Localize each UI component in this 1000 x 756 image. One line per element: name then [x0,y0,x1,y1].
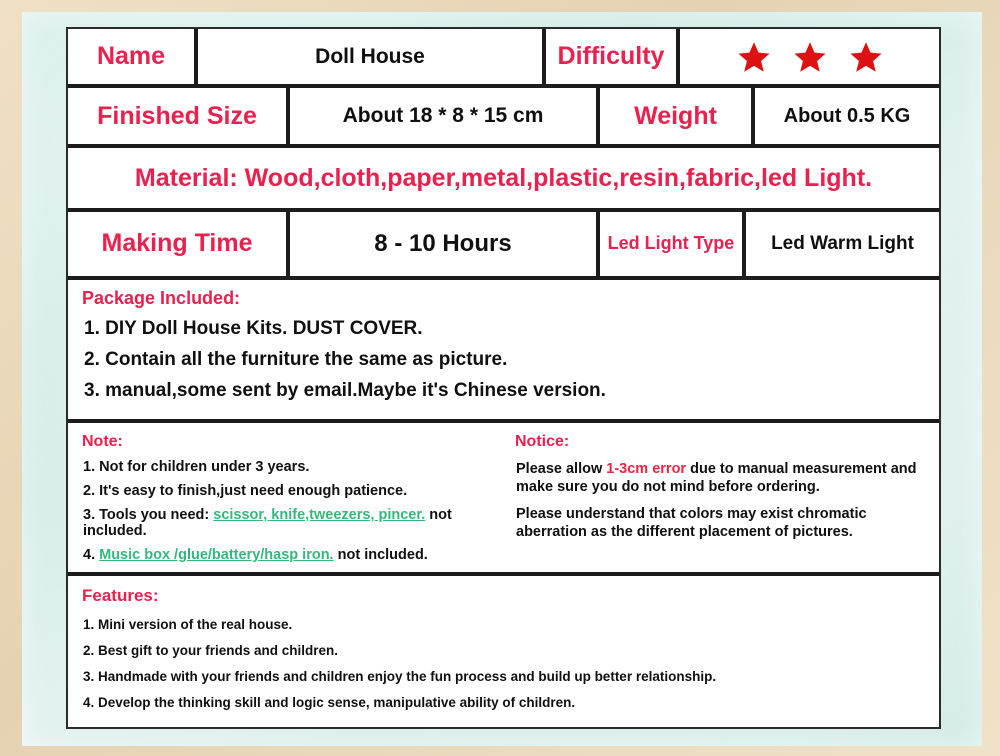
note-column: Note: 1. Not for children under 3 years.… [68,423,505,572]
star-icon [849,41,882,72]
table-row-making-time: Making Time 8 - 10 Hours Led Light Type … [68,211,939,280]
cell-difficulty-label: Difficulty [546,29,680,85]
note-item4-prefix: 4. [83,547,100,563]
star-icon [793,41,826,72]
note-item: 4. Music box /glue/battery/hasp iron. no… [83,547,495,563]
cell-name-value: Doll House [198,29,546,85]
note-item4-suffix: not included. [333,547,428,563]
cell-weight-label: Weight [600,88,755,145]
note-item: 2. It's easy to finish,just need enough … [83,483,408,499]
product-info-page: Name Doll House Difficulty Finished Size… [0,0,1000,756]
cell-name-label: Name [68,29,198,85]
note-item: 1. Not for children under 3 years. [83,459,310,475]
cell-finished-size-value: About 18 * 8 * 15 cm [290,88,600,145]
package-item: 1. DIY Doll House Kits. DUST COVER. [84,317,423,339]
note-item: 3. Tools you need: scissor, knife,tweeze… [83,507,495,539]
table-row-material: Material: Wood,cloth,paper,metal,plastic… [68,148,939,212]
package-included-title: Package Included: [82,287,241,308]
notice-error-highlight: 1-3cm error [606,461,687,477]
features-section: Features: 1. Mini version of the real ho… [68,576,939,727]
cell-led-type-value: Led Warm Light [746,211,939,276]
cell-finished-size-label: Finished Size [68,88,290,145]
table-row-size-weight: Finished Size About 18 * 8 * 15 cm Weigh… [68,88,939,149]
package-item: 2. Contain all the furniture the same as… [84,348,508,370]
notice-line: Please allow 1-3cm error due to manual m… [516,460,925,496]
feature-item: 1. Mini version of the real house. [83,617,293,632]
cell-difficulty-stars [680,29,939,85]
note-title: Note: [82,433,123,450]
star-icon [737,41,770,72]
notice-column: Notice: Please allow 1-3cm error due to … [505,423,939,572]
table-row-name: Name Doll House Difficulty [68,29,939,89]
note-accessories-highlight: Music box /glue/battery/hasp iron. [99,547,334,563]
cell-making-time-label: Making Time [68,211,290,276]
features-title: Features: [82,586,159,605]
feature-item: 4. Develop the thinking skill and logic … [83,695,576,710]
cell-weight-value: About 0.5 KG [755,88,939,145]
cell-led-type-label: Led Light Type [600,211,746,276]
feature-item: 2. Best gift to your friends and childre… [83,643,339,658]
notice-line: Please understand that colors may exist … [516,506,867,541]
cell-material-text: Material: Wood,cloth,paper,metal,plastic… [68,148,939,208]
note-item3-prefix: 3. Tools you need: [83,507,214,523]
spec-table: Name Doll House Difficulty Finished Size… [66,27,941,729]
note-notice-section: Note: 1. Not for children under 3 years.… [68,423,939,576]
package-item: 3. manual,some sent by email.Maybe it's … [84,379,606,401]
package-included-section: Package Included: 1. DIY Doll House Kits… [68,279,939,423]
note-tools-highlight: scissor, knife,tweezers, pincer. [213,507,426,523]
notice-line1-prefix: Please allow [516,461,607,477]
feature-item: 3. Handmade with your friends and childr… [83,669,717,684]
notice-title: Notice: [515,433,570,450]
cell-making-time-value: 8 - 10 Hours [290,211,600,276]
